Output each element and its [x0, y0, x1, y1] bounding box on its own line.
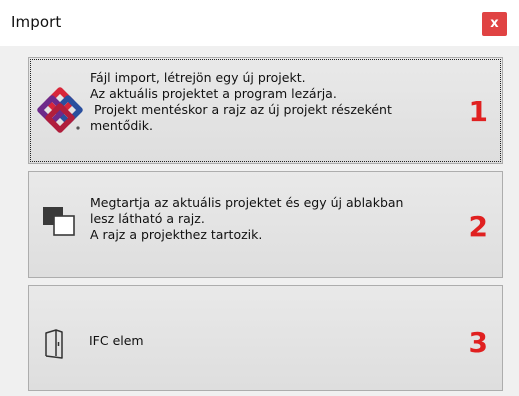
- import-new-project-button[interactable]: Fájl import, létrejön egy új projekt. Az…: [28, 57, 503, 164]
- option-description: Fájl import, létrejön egy új projekt. Az…: [90, 70, 392, 133]
- new-window-icon: [43, 207, 75, 236]
- option-number: 2: [468, 210, 488, 243]
- option-description: IFC elem: [89, 333, 144, 348]
- import-dialog: Import x Fájl import, létrejön egy új pr…: [0, 0, 519, 396]
- option-description: Megtartja az aktuális projektet és egy ú…: [90, 195, 404, 242]
- open-in-new-window-button[interactable]: Megtartja az aktuális projektet és egy ú…: [28, 171, 503, 278]
- title-bar: Import x: [0, 0, 519, 46]
- ifc-logo-icon: [37, 87, 83, 133]
- option-number: 1: [468, 95, 488, 128]
- door-element-icon: [45, 329, 63, 359]
- option-number: 3: [468, 326, 488, 359]
- ifc-element-button[interactable]: IFC elem 3: [28, 285, 503, 391]
- dialog-title: Import: [11, 13, 62, 31]
- close-button[interactable]: x: [482, 12, 507, 36]
